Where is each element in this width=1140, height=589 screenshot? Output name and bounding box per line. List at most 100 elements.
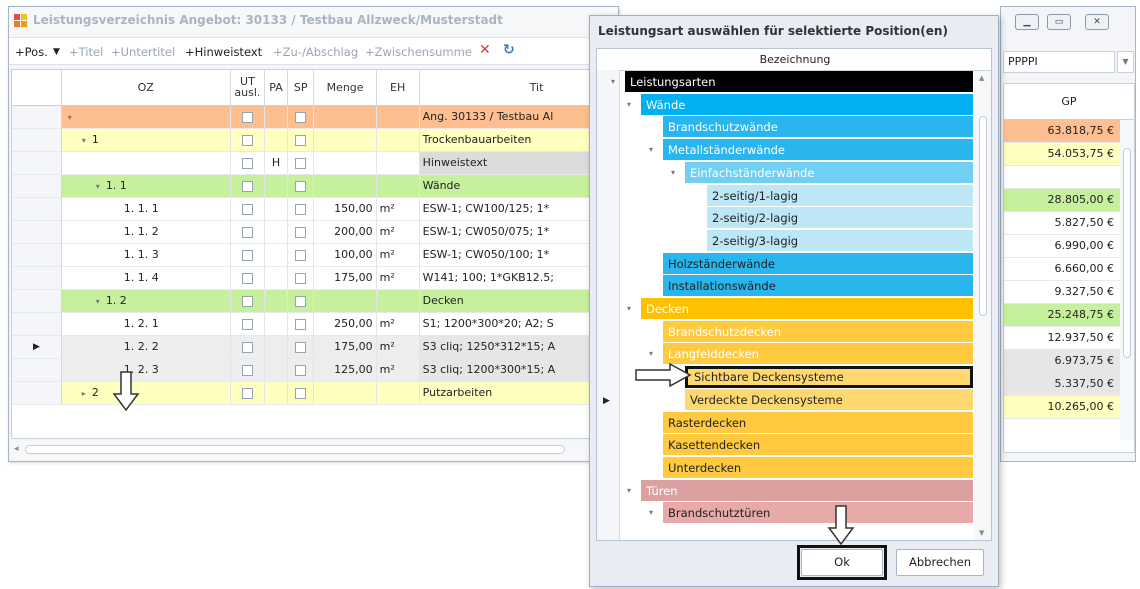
- add-position-dropdown-icon[interactable]: ▼: [53, 47, 60, 57]
- sp-checkbox[interactable]: [295, 318, 307, 330]
- tree-node[interactable]: Unterdecken: [663, 456, 973, 479]
- cell-sp[interactable]: [287, 197, 315, 221]
- tree-node[interactable]: Langfelddecken: [663, 343, 973, 366]
- tree-node[interactable]: Einfachständerwände: [685, 161, 973, 184]
- cell-sp[interactable]: [287, 151, 315, 175]
- table-row[interactable]: ▾ 1. 1 Wände: [12, 174, 617, 198]
- scroll-down-icon[interactable]: ▼: [979, 529, 984, 537]
- vertical-scroll-thumb[interactable]: [1123, 148, 1131, 358]
- cell-text[interactable]: ESW-1; CW050/100; 1*: [419, 243, 617, 267]
- add-surcharge-button[interactable]: +Zu-/Abschlag: [273, 45, 358, 59]
- col-gp[interactable]: GP: [1004, 84, 1134, 120]
- gp-cell[interactable]: [1004, 166, 1134, 189]
- ut-checkbox[interactable]: [241, 341, 253, 353]
- price-group-dropdown-icon[interactable]: ▼: [1117, 51, 1134, 73]
- tree-node[interactable]: Holzständerwände: [663, 252, 973, 275]
- maximize-button[interactable]: ▭: [1047, 14, 1071, 30]
- tree-scroll-thumb[interactable]: [979, 116, 987, 316]
- cell-text[interactable]: S3 cliq; 1200*300*15; A: [419, 358, 617, 382]
- cell-oz[interactable]: 1. 1. 1: [61, 197, 231, 221]
- add-subtotal-button[interactable]: +Zwischensumme: [365, 45, 472, 59]
- tree-node[interactable]: Türen: [641, 479, 973, 502]
- vertical-scrollbar[interactable]: [1120, 120, 1134, 440]
- row-indicator[interactable]: [12, 358, 62, 382]
- tree-vertical-scrollbar[interactable]: ▲ ▼: [974, 71, 991, 540]
- ut-checkbox[interactable]: [241, 157, 253, 169]
- sp-checkbox[interactable]: [295, 341, 307, 353]
- table-row[interactable]: 1. 1. 3 100,00 m² ESW-1; CW050/100; 1*: [12, 243, 617, 267]
- horizontal-scrollbar[interactable]: ◂: [11, 441, 618, 459]
- cell-ut[interactable]: [230, 381, 266, 405]
- cell-eh[interactable]: m²: [376, 312, 420, 336]
- row-indicator[interactable]: [12, 381, 62, 405]
- collapse-icon[interactable]: ▾: [82, 136, 86, 145]
- gp-cell[interactable]: 10.265,00 €: [1004, 396, 1134, 419]
- row-indicator[interactable]: [12, 289, 62, 313]
- sp-checkbox[interactable]: [295, 295, 307, 307]
- gp-cell[interactable]: 6.660,00 €: [1004, 258, 1134, 281]
- tree-collapse-icon[interactable]: ▾: [627, 480, 631, 502]
- cell-menge[interactable]: [313, 381, 377, 405]
- cell-ut[interactable]: [230, 105, 266, 129]
- cell-menge[interactable]: 250,00: [313, 312, 377, 336]
- table-row[interactable]: ▾ Ang. 30133 / Testbau Al: [12, 105, 617, 129]
- cell-oz[interactable]: ▾ 1. 1: [61, 174, 231, 198]
- sp-checkbox[interactable]: [295, 134, 307, 146]
- cell-oz[interactable]: ▾: [61, 105, 231, 129]
- ut-checkbox[interactable]: [241, 180, 253, 192]
- sp-checkbox[interactable]: [295, 180, 307, 192]
- gp-cell[interactable]: 6.973,75 €: [1004, 350, 1134, 373]
- sp-checkbox[interactable]: [295, 111, 307, 123]
- tree-collapse-icon[interactable]: ▾: [671, 162, 675, 184]
- cell-menge[interactable]: 150,00: [313, 197, 377, 221]
- gp-cell[interactable]: 9.327,50 €: [1004, 281, 1134, 304]
- scroll-left-icon[interactable]: ◂: [14, 444, 19, 454]
- cell-sp[interactable]: [287, 174, 315, 198]
- cell-menge[interactable]: 125,00: [313, 358, 377, 382]
- sp-checkbox[interactable]: [295, 157, 307, 169]
- cell-menge[interactable]: 200,00: [313, 220, 377, 244]
- gp-cell[interactable]: 12.937,50 €: [1004, 327, 1134, 350]
- cell-eh[interactable]: [376, 381, 420, 405]
- tree-node-selected[interactable]: Sichtbare Deckensysteme: [685, 366, 973, 389]
- add-position-button[interactable]: +Pos.: [15, 45, 48, 59]
- row-indicator[interactable]: [12, 243, 62, 267]
- add-title-button[interactable]: +Titel: [69, 45, 103, 59]
- cell-text[interactable]: Putzarbeiten: [419, 381, 617, 405]
- cell-menge[interactable]: 100,00: [313, 243, 377, 267]
- col-sp[interactable]: SP: [287, 70, 315, 106]
- sp-checkbox[interactable]: [295, 364, 307, 376]
- cell-eh[interactable]: m²: [376, 358, 420, 382]
- row-indicator[interactable]: [12, 105, 62, 129]
- cell-eh[interactable]: m²: [376, 243, 420, 267]
- cell-ut[interactable]: [230, 197, 266, 221]
- cell-pa[interactable]: H: [264, 151, 288, 175]
- cell-text[interactable]: S3 cliq; 1250*312*15; A: [419, 335, 617, 359]
- row-indicator[interactable]: [12, 128, 62, 152]
- ut-checkbox[interactable]: [241, 295, 253, 307]
- cell-text[interactable]: Trockenbauarbeiten: [419, 128, 617, 152]
- ut-checkbox[interactable]: [241, 272, 253, 284]
- cell-ut[interactable]: [230, 312, 266, 336]
- table-row[interactable]: 1. 2. 3 125,00 m² S3 cliq; 1200*300*15; A: [12, 358, 617, 382]
- cell-sp[interactable]: [287, 128, 315, 152]
- cell-eh[interactable]: m²: [376, 220, 420, 244]
- ut-checkbox[interactable]: [241, 111, 253, 123]
- cell-ut[interactable]: [230, 220, 266, 244]
- tree-node[interactable]: Leistungsarten: [625, 71, 973, 93]
- cell-sp[interactable]: [287, 243, 315, 267]
- collapse-icon[interactable]: ▾: [68, 113, 72, 122]
- cell-sp[interactable]: [287, 266, 315, 290]
- table-row[interactable]: 1. 1. 2 200,00 m² ESW-1; CW050/075; 1*: [12, 220, 617, 244]
- sp-checkbox[interactable]: [295, 272, 307, 284]
- tree-node[interactable]: Installationswände: [663, 275, 973, 298]
- cell-sp[interactable]: [287, 381, 315, 405]
- cell-text[interactable]: ESW-1; CW050/075; 1*: [419, 220, 617, 244]
- tree-node[interactable]: Brandschutzwände: [663, 116, 973, 139]
- table-row[interactable]: ▾ 1. 2 Decken: [12, 289, 617, 313]
- tree-node[interactable]: Metallständerwände: [663, 139, 973, 162]
- row-indicator[interactable]: [12, 174, 62, 198]
- row-indicator[interactable]: [12, 151, 62, 175]
- cell-text[interactable]: ESW-1; CW100/125; 1*: [419, 197, 617, 221]
- table-row[interactable]: H Hinweistext: [12, 151, 617, 175]
